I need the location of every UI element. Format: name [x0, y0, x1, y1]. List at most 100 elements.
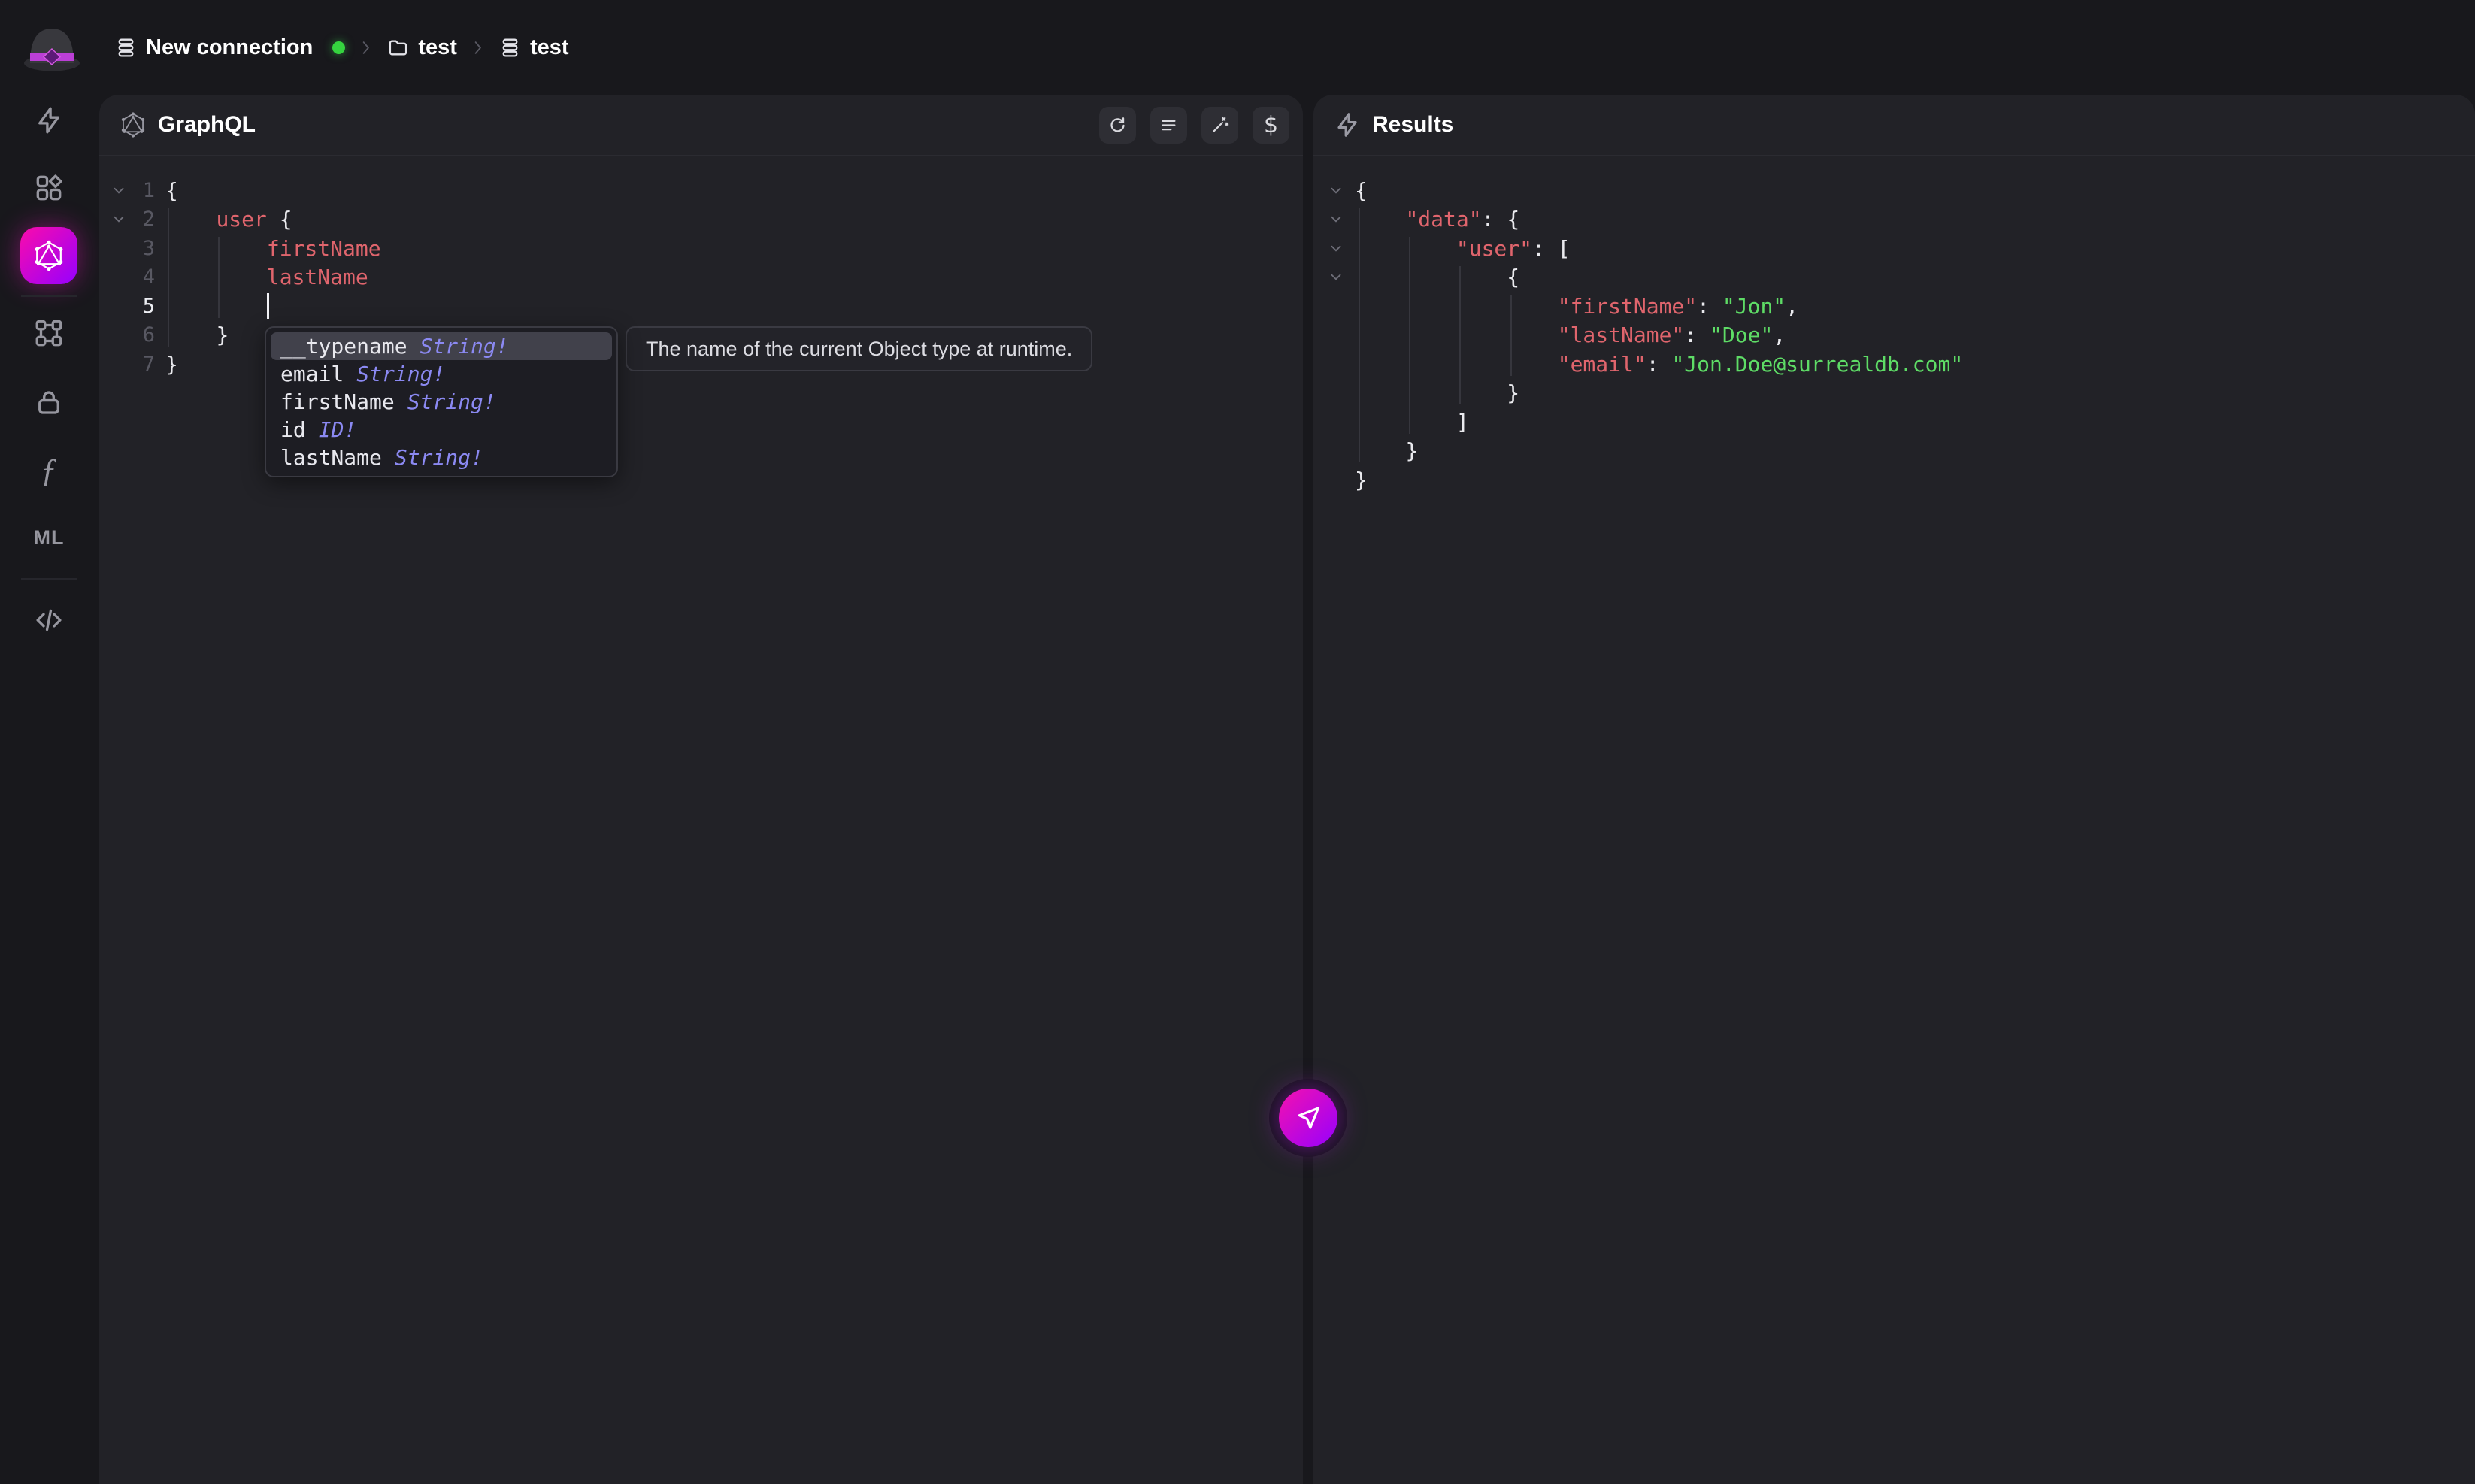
send-icon — [1294, 1104, 1322, 1132]
sidebar-item-designer[interactable] — [20, 304, 77, 362]
topbar: New connection test test — [0, 0, 2475, 95]
breadcrumb-separator-chevron-icon — [468, 38, 488, 58]
breadcrumb-item-new-connection[interactable]: New connection — [114, 35, 346, 60]
autocomplete-item-email[interactable]: email String! — [271, 360, 612, 388]
sidebar: ƒ ML — [0, 95, 98, 1484]
line-number: 1 — [142, 178, 155, 202]
dashboard-icon — [33, 172, 65, 204]
line-number: 2 — [142, 207, 155, 232]
code-line-text: lastName — [266, 265, 368, 290]
editor-line: 4 lastName — [99, 263, 1303, 292]
autocomplete-field-name: __typename — [280, 334, 407, 359]
text-cursor — [266, 292, 269, 319]
sidebar-item-authentication[interactable] — [20, 374, 77, 431]
database-icon — [498, 36, 522, 59]
results-line: { — [1313, 176, 2475, 205]
sidebar-item-explorer[interactable] — [20, 159, 77, 217]
breadcrumb-item-test[interactable]: test — [386, 35, 457, 60]
folder-icon — [386, 36, 410, 59]
autocomplete-field-type: String! — [407, 389, 496, 414]
results-viewer[interactable]: { "data": { "user": [ { "firstName": "Jo… — [1313, 158, 2475, 1484]
breadcrumb-item-test[interactable]: test — [498, 35, 569, 60]
results-line: "user": [ — [1313, 234, 2475, 263]
code-line-text: "lastName": "Doe", — [1557, 323, 1786, 348]
results-line: } — [1313, 437, 2475, 466]
autocomplete-item-id[interactable]: id ID! — [271, 416, 612, 444]
lock-icon — [33, 386, 65, 418]
fold-chevron-icon[interactable] — [1330, 244, 1345, 253]
fold-chevron-icon[interactable] — [1330, 273, 1345, 281]
sidebar-divider — [21, 295, 77, 297]
results-line: } — [1313, 465, 2475, 495]
autocomplete-field-type: String! — [394, 445, 483, 470]
results-line: "lastName": "Doe", — [1313, 321, 2475, 350]
editor-line: 1{ — [99, 176, 1303, 205]
fold-chevron-icon[interactable] — [1330, 186, 1345, 195]
results-panel: Results { "data": { "user": [ { "firstNa… — [1313, 95, 2475, 1484]
sidebar-item-functions[interactable]: ƒ — [20, 441, 77, 498]
sidebar-item-query[interactable] — [20, 92, 77, 149]
editor-line: 5 — [99, 292, 1303, 321]
results-line: { — [1313, 263, 2475, 292]
breadcrumb-label: test — [418, 35, 457, 59]
autocomplete-field-name: id — [280, 417, 306, 442]
graphql-icon — [119, 111, 147, 139]
variables-button[interactable]: $ — [1253, 106, 1289, 144]
refresh-icon — [1107, 115, 1128, 135]
refresh-button[interactable] — [1099, 106, 1136, 144]
run-query-button[interactable] — [1279, 1089, 1337, 1147]
fold-chevron-icon[interactable] — [113, 215, 128, 223]
code-line-text: "data": { — [1405, 207, 1520, 232]
autocomplete-field-name: email — [280, 362, 344, 386]
results-line: "data": { — [1313, 205, 2475, 235]
results-line: "firstName": "Jon", — [1313, 292, 2475, 321]
code-icon — [33, 604, 65, 636]
line-number: 6 — [142, 323, 155, 347]
editor-line: 2 user { — [99, 205, 1303, 235]
code-line-text: firstName — [266, 235, 381, 261]
results-panel-header: Results — [1313, 95, 2475, 156]
code-line-text: { — [1355, 177, 1368, 203]
sidebar-item-api-docs[interactable] — [20, 592, 77, 649]
autocomplete-hint-tooltip: The name of the current Object type at r… — [626, 326, 1093, 371]
line-number: 7 — [142, 352, 155, 376]
code-line-text: ] — [1456, 409, 1469, 435]
code-line-text: "firstName": "Jon", — [1557, 293, 1799, 319]
autocomplete-field-name: lastName — [280, 445, 382, 470]
code-line-text: "email": "Jon.Doe@surrealdb.com" — [1557, 351, 1964, 377]
code-line-text — [165, 292, 269, 320]
sidebar-item-models[interactable]: ML — [20, 509, 77, 566]
line-number: 5 — [142, 294, 155, 318]
infer-button[interactable] — [1201, 106, 1238, 144]
breadcrumb-label: test — [529, 35, 569, 59]
results-line: "email": "Jon.Doe@surrealdb.com" — [1313, 350, 2475, 379]
sidebar-divider — [21, 578, 77, 580]
graphql-panel-title: GraphQL — [158, 112, 256, 137]
autocomplete-item-lastName[interactable]: lastName String! — [271, 444, 612, 471]
autocomplete-field-type: String! — [420, 334, 509, 359]
fold-chevron-icon[interactable] — [113, 186, 128, 195]
line-number: 3 — [142, 236, 155, 260]
results-line: } — [1313, 379, 2475, 408]
autocomplete-field-type: String! — [356, 362, 446, 386]
graphql-toolbar: $ — [1099, 106, 1289, 144]
graphql-query-editor[interactable]: 1{2 user {3 firstName 4 lastName 5 6 } 7} _… — [99, 158, 1303, 1484]
line-number: 4 — [142, 265, 155, 289]
ml-icon: ML — [33, 525, 65, 549]
autocomplete-item-__typename[interactable]: __typename String! — [271, 332, 612, 360]
code-line-text: } — [1405, 438, 1419, 464]
code-line-text: } — [216, 323, 229, 348]
bolt-icon — [33, 104, 65, 136]
sidebar-item-graphql[interactable] — [20, 227, 77, 284]
connection-status-dot — [332, 41, 346, 54]
wand-icon — [1210, 115, 1230, 135]
code-line-text: } — [1355, 467, 1368, 492]
format-icon — [1159, 115, 1179, 135]
format-button[interactable] — [1150, 106, 1187, 144]
graphql-icon — [32, 238, 66, 273]
autocomplete-item-firstName[interactable]: firstName String! — [271, 388, 612, 416]
code-line-text: } — [1507, 380, 1520, 406]
code-line-text: { — [1507, 265, 1520, 290]
fold-chevron-icon[interactable] — [1330, 215, 1345, 223]
code-line-text: { — [165, 177, 178, 203]
